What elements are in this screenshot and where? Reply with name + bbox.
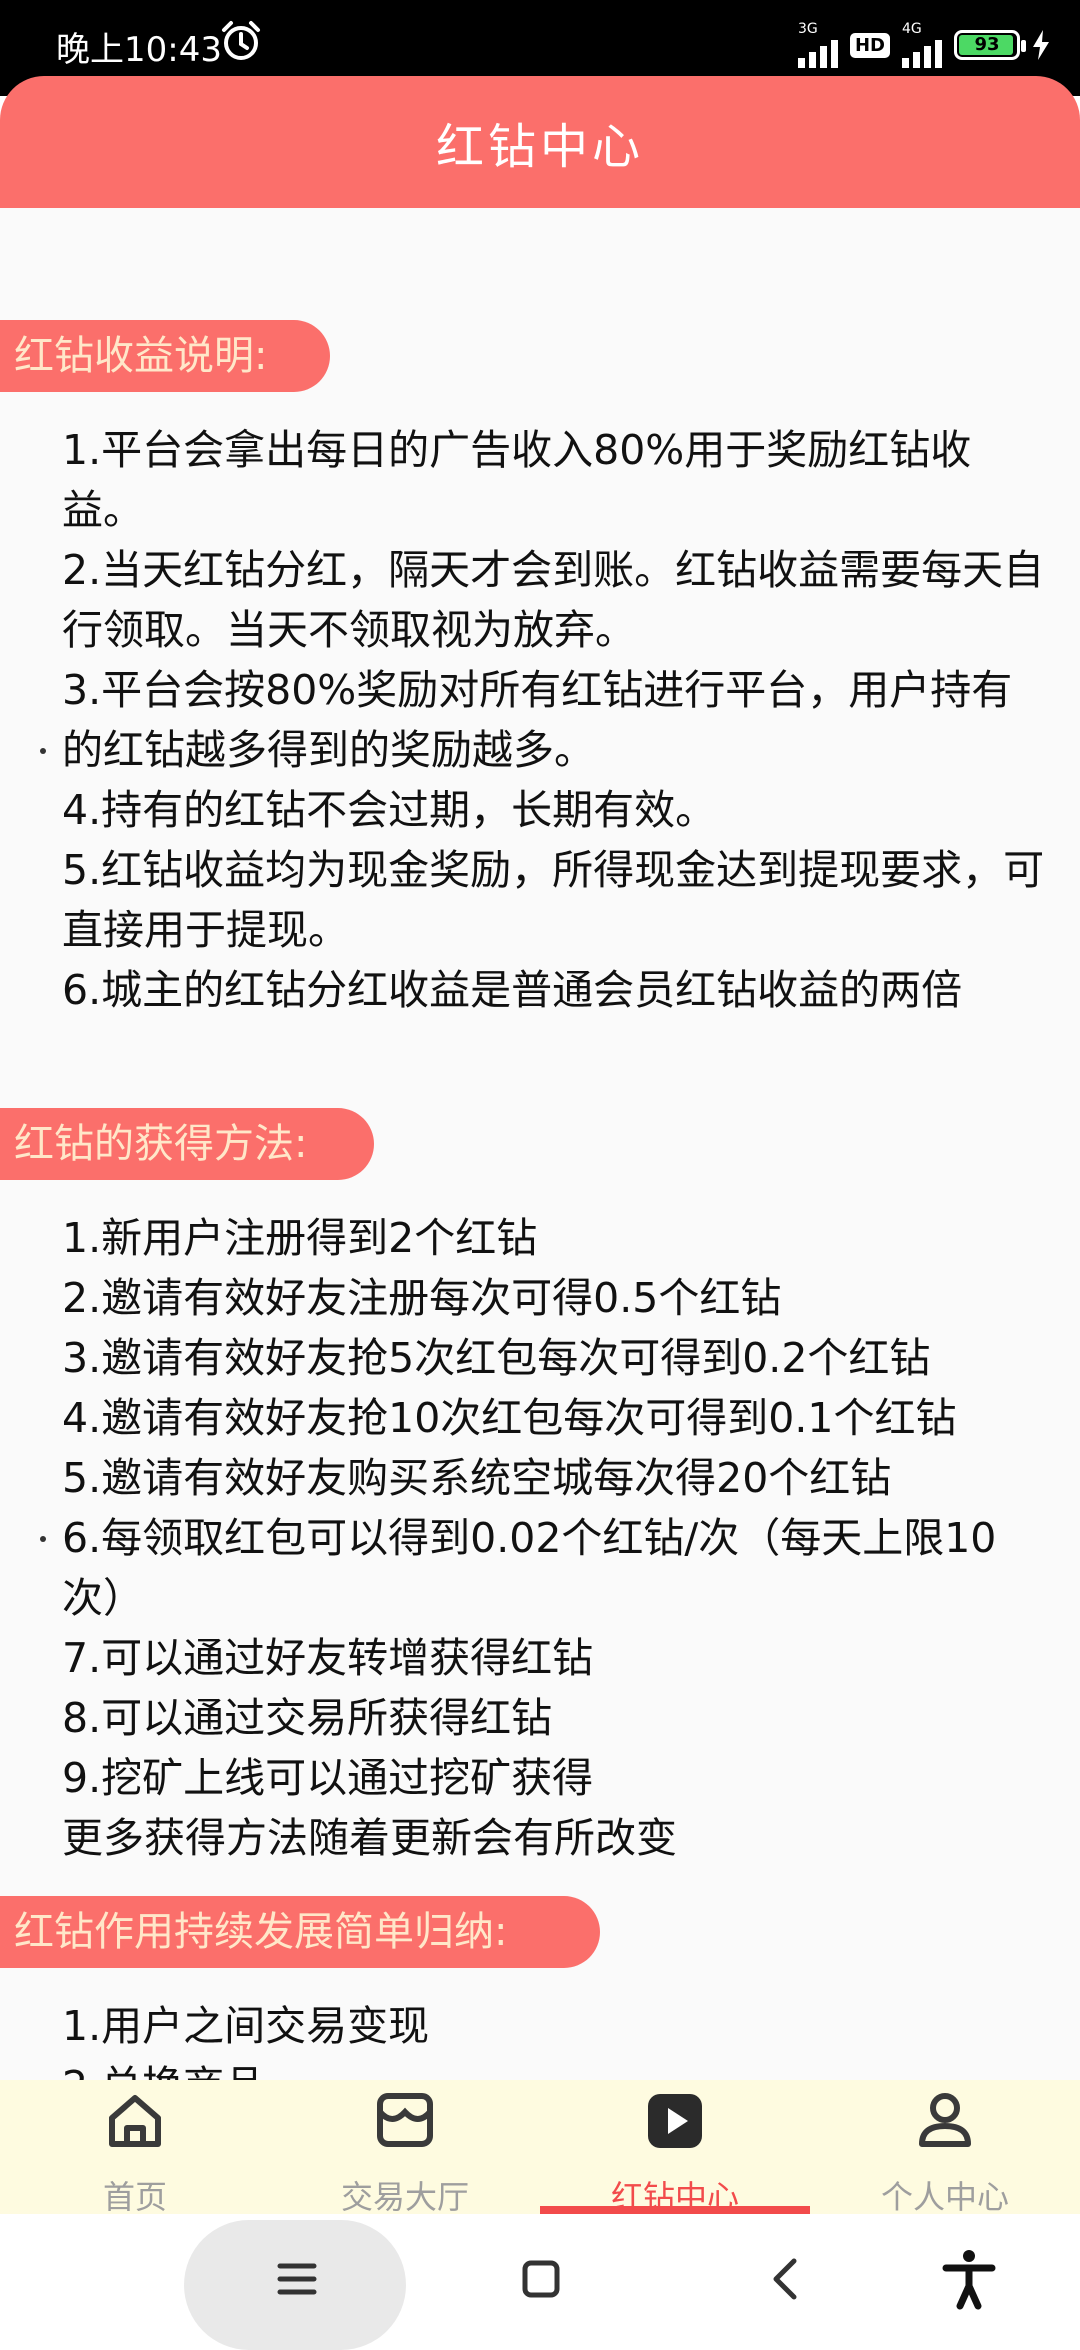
page-title: 红钻中心 <box>435 119 644 175</box>
nav-label-home: 首页 <box>102 2178 167 2216</box>
list-item: 8.可以通过交易所获得红钻 <box>62 1694 553 1742</box>
battery-level: 93 <box>974 34 1000 55</box>
nav-tab-profile[interactable]: 个人中心 <box>810 2080 1080 2216</box>
list-item: 3.邀请有效好友抢5次红包每次可得到0.2个红钻 <box>62 1334 931 1382</box>
income-rules-list: 1.平台会拿出每日的广告收入80%用于奖励红钻收益。 2.当天红钻分红，隔天才会… <box>62 420 1052 1020</box>
list-item: 2.兑换商品 <box>62 2056 1052 2080</box>
list-item: 5.邀请有效好友购买系统空城每次得20个红钻 <box>62 1454 892 1502</box>
section-title-income: 红钻收益说明: <box>0 320 330 392</box>
back-icon[interactable] <box>752 2244 822 2314</box>
network-label-3g: 3G <box>797 21 818 37</box>
hd-badge: HD <box>849 32 890 58</box>
app-header: 红钻中心 <box>0 76 1080 208</box>
menu-icon[interactable] <box>262 2244 332 2314</box>
play-icon <box>648 2094 702 2148</box>
nav-tab-red-diamond[interactable]: 红钻中心 <box>540 2080 810 2216</box>
battery-icon: 93 <box>954 30 1026 60</box>
list-item: 5.红钻收益均为现金奖励，所得现金达到提现要求，可直接用于提现。 <box>62 846 1045 954</box>
person-icon <box>919 2093 971 2147</box>
list-item: 3.平台会按80%奖励对所有红钻进行平台，用户持有的红钻越多得到的奖励越多。 <box>62 666 1013 774</box>
bottom-nav: 首页 交易大厅 红钻中心 个人中心 <box>0 2080 1080 2216</box>
list-item: 4.邀请有效好友抢10次红包每次可得到0.1个红钻 <box>62 1394 957 1442</box>
signal-icon-2 <box>902 36 942 68</box>
list-item: 1.平台会拿出每日的广告收入80%用于奖励红钻收益。 <box>62 426 972 534</box>
network-label-4g: 4G <box>902 21 922 37</box>
content-area[interactable]: 红钻收益说明: 1.平台会拿出每日的广告收入80%用于奖励红钻收益。 2.当天红… <box>0 208 1080 2080</box>
status-time: 晚上10:43 <box>56 30 222 70</box>
section-title-methods: 红钻的获得方法: <box>0 1108 374 1180</box>
list-item: 2.邀请有效好友注册每次可得0.5个红钻 <box>62 1274 782 1322</box>
methods-list: 1.新用户注册得到2个红钻 2.邀请有效好友注册每次可得0.5个红钻 3.邀请有… <box>62 1208 1052 1868</box>
list-item: 6.城主的红钻分红收益是普通会员红钻收益的两倍 <box>62 966 963 1014</box>
list-item: 6.每领取红包可以得到0.02个红钻/次（每天上限10次） <box>62 1514 997 1622</box>
store-icon <box>377 2093 433 2147</box>
nav-label-market: 交易大厅 <box>340 2178 469 2216</box>
list-item: 9.挖矿上线可以通过挖矿获得 <box>62 1754 594 1802</box>
section-title-uses: 红钻作用持续发展简单归纳: <box>0 1896 600 1968</box>
accessibility-icon[interactable] <box>934 2244 1004 2314</box>
active-tab-indicator <box>540 2206 810 2214</box>
list-item: 1.用户之间交易变现 <box>62 2002 430 2050</box>
list-item: 7.可以通过好友转增获得红钻 <box>62 1634 594 1682</box>
nav-label-profile: 个人中心 <box>880 2178 1009 2216</box>
nav-tab-market[interactable]: 交易大厅 <box>270 2080 540 2216</box>
list-item: 4.持有的红钻不会过期，长期有效。 <box>62 786 717 834</box>
list-item: 2.当天红钻分红，隔天才会到账。红钻收益需要每天自行领取。当天不领取视为放弃。 <box>62 546 1045 654</box>
scroll-dot <box>40 748 46 754</box>
nav-tab-home[interactable]: 首页 <box>0 2080 270 2216</box>
signal-icon <box>797 36 838 68</box>
system-nav-bar <box>0 2214 1080 2350</box>
home-square-icon[interactable] <box>506 2244 576 2314</box>
home-icon <box>109 2095 161 2147</box>
charging-icon <box>1033 30 1049 60</box>
list-item: 1.新用户注册得到2个红钻 <box>62 1214 538 1262</box>
scroll-dot-2 <box>40 1536 46 1542</box>
alarm-icon <box>222 21 260 60</box>
uses-list: 1.用户之间交易变现 2.兑换商品 <box>62 1996 1052 2080</box>
list-item: 更多获得方法随着更新会有所改变 <box>62 1814 677 1862</box>
